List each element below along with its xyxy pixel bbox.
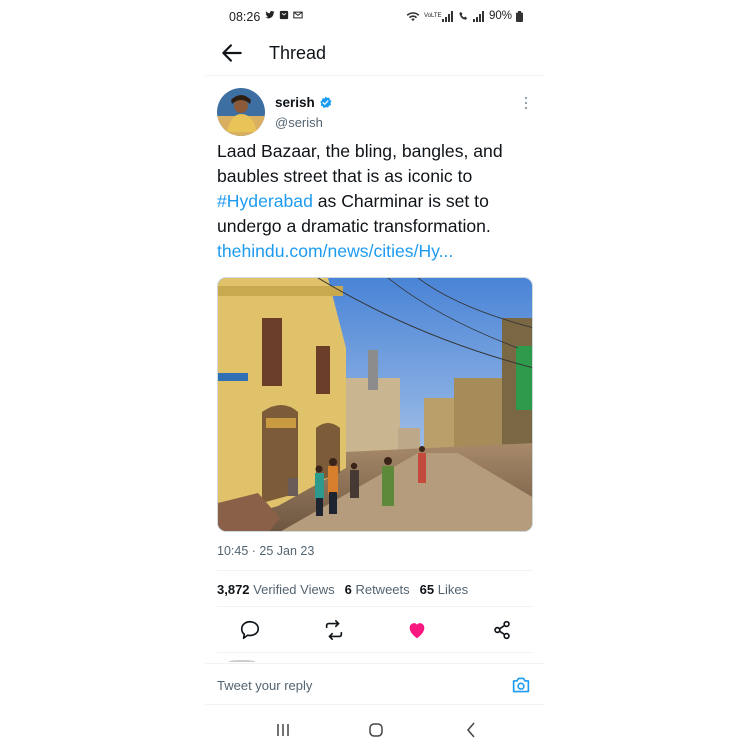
battery-percent: 90%: [488, 10, 512, 22]
tweet-actions: [217, 617, 533, 645]
author-name-text: serish: [275, 95, 315, 110]
hashtag-link[interactable]: #Hyderabad: [217, 191, 313, 211]
retweets-label: Retweets: [355, 582, 410, 597]
verified-badge-icon: [320, 96, 332, 109]
status-bar: 08:26 VoLTE 90%: [205, 6, 545, 28]
volte-icon: VoLTE: [423, 13, 442, 19]
call-icon: [459, 11, 468, 20]
likes-stat[interactable]: 65 Likes: [420, 582, 468, 597]
divider: [217, 570, 533, 571]
tweet-text-part1: Laad Bazaar, the bling, bangles, and bau…: [217, 141, 503, 186]
retweets-count: 6: [344, 582, 352, 597]
reply-composer: Tweet your reply: [205, 663, 545, 705]
more-options-icon[interactable]: [519, 95, 533, 111]
page-title: Thread: [269, 43, 327, 63]
phone-screen: 08:26 VoLTE 90% Thread serish @serish La…: [205, 0, 545, 750]
home-icon[interactable]: [366, 720, 386, 740]
tweet-timestamp: 10:45 · 25 Jan 23: [217, 544, 315, 558]
author-handle[interactable]: @serish: [275, 115, 323, 130]
android-nav-bar: [205, 712, 545, 748]
views-label: Verified Views: [253, 582, 335, 597]
tweet-photo[interactable]: [217, 277, 533, 532]
article-link[interactable]: thehindu.com/news/cities/Hy...: [217, 239, 539, 264]
system-icons: VoLTE 90%: [406, 10, 523, 22]
wifi-icon: [406, 11, 420, 21]
message-icon: [279, 10, 289, 20]
like-heart-icon[interactable]: [406, 619, 428, 641]
notification-icons: [265, 10, 303, 20]
tweet-stats: 3,872 Verified Views 6 Retweets 65 Likes: [217, 582, 468, 597]
likes-label: Likes: [437, 582, 469, 597]
gmail-icon: [293, 11, 303, 19]
retweet-icon[interactable]: [323, 619, 345, 641]
recent-apps-icon[interactable]: [273, 720, 293, 740]
author-name[interactable]: serish: [275, 95, 332, 110]
thread-header: Thread: [205, 30, 545, 76]
signal-icon: [441, 10, 453, 22]
divider: [217, 606, 533, 607]
views-count: 3,872: [217, 582, 250, 597]
twitter-icon: [265, 11, 275, 19]
battery-icon: [516, 10, 523, 22]
retweets-stat[interactable]: 6 Retweets: [345, 582, 410, 597]
avatar[interactable]: [217, 88, 265, 136]
status-time: 08:26: [229, 10, 261, 24]
share-icon[interactable]: [491, 619, 513, 641]
views-stat[interactable]: 3,872 Verified Views: [217, 582, 335, 597]
reply-input[interactable]: Tweet your reply: [217, 678, 312, 693]
back-nav-icon[interactable]: [461, 720, 481, 740]
camera-icon[interactable]: [511, 676, 531, 694]
divider: [217, 652, 533, 653]
likes-count: 65: [419, 582, 435, 597]
back-arrow-icon[interactable]: [219, 40, 245, 66]
reply-icon[interactable]: [239, 619, 261, 641]
signal-icon: [472, 10, 484, 22]
tweet-text: Laad Bazaar, the bling, bangles, and bau…: [217, 139, 539, 264]
